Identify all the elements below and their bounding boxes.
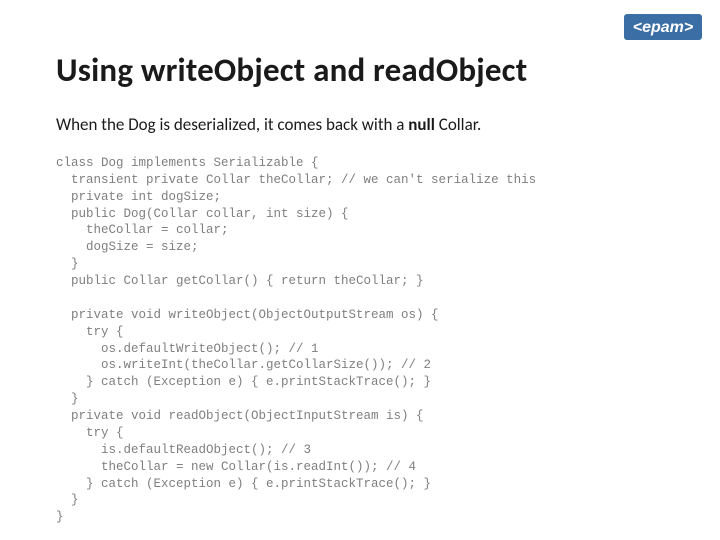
subtitle-post: Collar. <box>435 114 481 135</box>
epam-logo: <epam> <box>624 14 702 40</box>
code-block: class Dog implements Serializable { tran… <box>56 155 664 526</box>
logo-text: <epam> <box>633 19 693 36</box>
slide-subtitle: When the Dog is deserialized, it comes b… <box>56 114 664 137</box>
subtitle-pre: When the Dog is deserialized, it comes b… <box>56 114 408 135</box>
epam-logo-icon: <epam> <box>624 14 702 40</box>
slide-title: Using writeObject and readObject <box>56 50 664 90</box>
slide: <epam> Using writeObject and readObject … <box>0 0 720 540</box>
subtitle-bold: null <box>408 114 435 135</box>
